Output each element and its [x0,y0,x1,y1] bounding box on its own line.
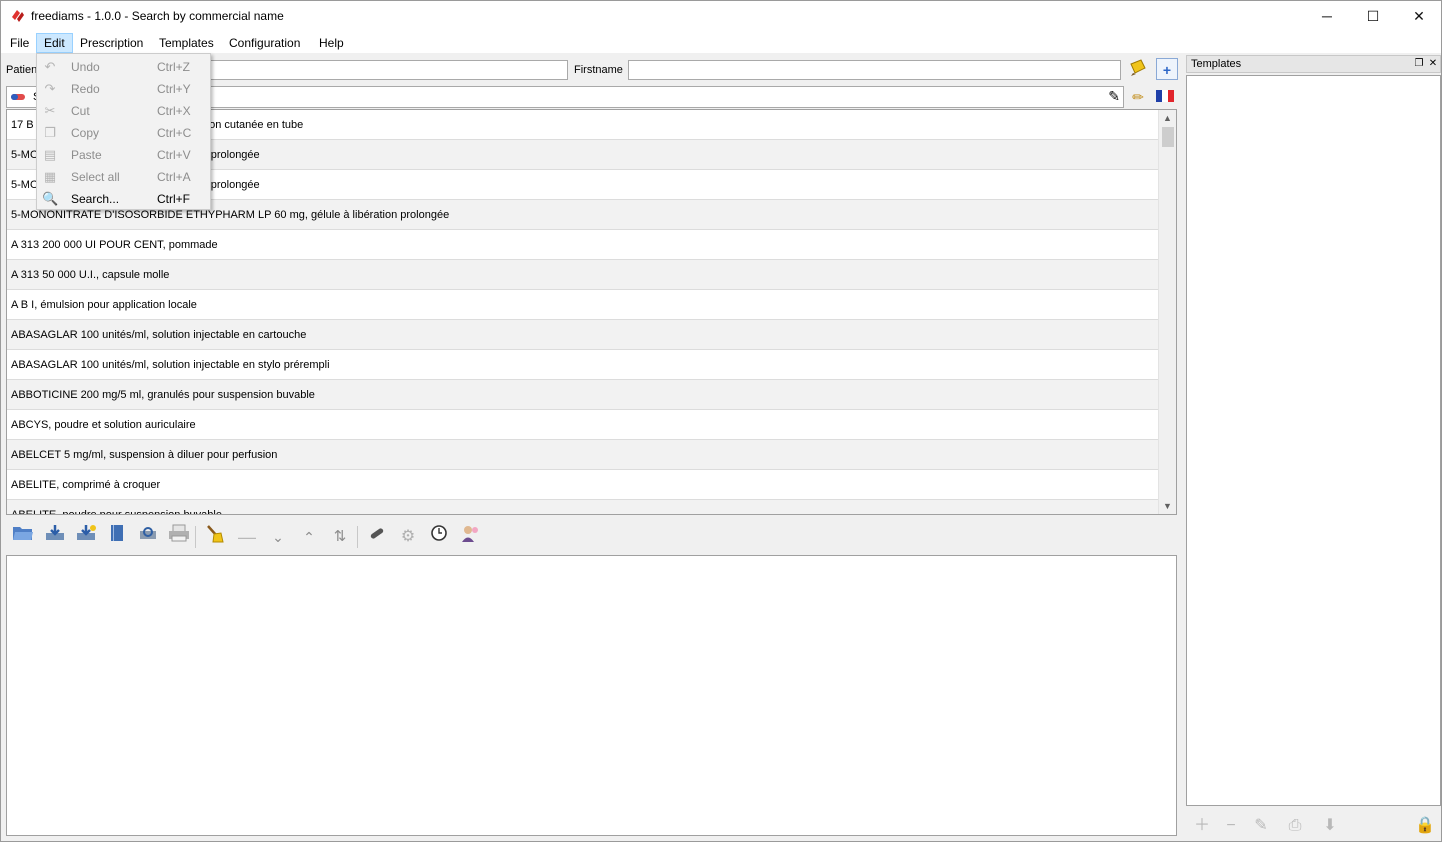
open-folder-icon[interactable] [10,524,36,550]
templates-dock-title: Templates ❐ ✕ [1186,55,1441,73]
edit-menu-redo[interactable]: ↷ Redo Ctrl+Y [37,78,210,100]
toolbar-separator [195,526,196,548]
add-template-icon[interactable]: ＋ [1191,815,1213,837]
close-dock-icon[interactable]: ✕ [1426,56,1440,72]
select-all-label: Select all [71,170,120,184]
paste-label: Paste [71,148,102,162]
patient-name-label: Patien [6,64,38,76]
list-item[interactable]: ABCYS, poudre et solution auriculaire [7,410,1158,440]
redo-shortcut: Ctrl+Y [157,82,191,96]
pill-icon [11,94,25,100]
list-item[interactable]: ABBOTICINE 200 mg/5 ml, granulés pour su… [7,380,1158,410]
scroll-down-icon[interactable]: ▼ [1159,498,1176,514]
redo-label: Redo [71,82,100,96]
french-flag-icon[interactable] [1154,86,1176,108]
firstname-label: Firstname [574,64,623,76]
save-icon[interactable] [42,524,68,550]
menu-file[interactable]: File [3,33,36,53]
edit-menu-paste[interactable]: ▤ Paste Ctrl+V [37,144,210,166]
prescription-toolbar: — ⌄ ⌃ ⇅ ⚙ [6,521,506,551]
edit-menu-undo[interactable]: ↶ Undo Ctrl+Z [37,56,210,78]
freediams-logo-icon [12,10,24,22]
add-patient-icon[interactable]: + [1156,58,1178,80]
scroll-up-icon[interactable]: ▲ [1159,110,1176,126]
edit-menu-search[interactable]: 🔍 Search... Ctrl+F [37,188,210,210]
list-item[interactable]: A 313 200 000 UI POUR CENT, pommade [7,230,1158,260]
patient-doctor-icon[interactable] [457,524,483,550]
search-icon: 🔍 [42,191,59,206]
edit-template-icon[interactable]: ✎ [1250,815,1272,837]
print-template-icon[interactable]: ⎙ [1284,815,1306,837]
clear-patient-icon[interactable] [1126,58,1148,80]
minimize-button[interactable]: ─ [1304,1,1350,31]
drug-list-scrollbar[interactable]: ▲ ▼ [1158,110,1176,514]
prescription-area[interactable] [6,555,1177,836]
app-window: freediams - 1.0.0 - Search by commercial… [0,0,1442,842]
paste-shortcut: Ctrl+V [157,148,191,162]
copy-shortcut: Ctrl+C [157,126,192,140]
undo-label: Undo [71,60,100,74]
paste-icon: ▤ [43,147,57,162]
edit-menu-cut[interactable]: ✂ Cut Ctrl+X [37,100,210,122]
copy-icon: ❐ [44,125,56,140]
search-shortcut: Ctrl+F [157,192,190,206]
clock-icon[interactable] [426,524,452,550]
cut-icon: ✂ [44,103,56,118]
cut-shortcut: Ctrl+X [157,104,191,118]
remove-template-icon[interactable]: − [1220,815,1242,837]
list-item[interactable]: A B I, émulsion pour application locale [7,290,1158,320]
undo-shortcut: Ctrl+Z [157,60,190,74]
menu-templates[interactable]: Templates [152,33,221,53]
remove-icon[interactable]: — [234,524,260,550]
list-item[interactable]: ABASAGLAR 100 unités/ml, solution inject… [7,320,1158,350]
close-button[interactable]: ✕ [1396,1,1441,31]
clear-prescription-icon[interactable] [202,524,228,550]
toolbar-separator [357,526,358,548]
sort-icon[interactable]: ⇅ [327,524,353,550]
book-icon[interactable] [104,524,130,550]
menu-configuration[interactable]: Configuration [222,33,307,53]
drug-info-icon[interactable] [364,524,390,550]
list-item[interactable]: ABELCET 5 mg/ml, suspension à diluer pou… [7,440,1158,470]
lock-icon[interactable]: 🔒 [1414,815,1436,837]
pencil-icon[interactable]: ✏ [1127,86,1149,108]
copy-label: Copy [71,126,100,140]
templates-tree[interactable] [1186,75,1441,806]
menu-prescription[interactable]: Prescription [73,33,150,53]
print-preview-icon[interactable] [135,524,161,550]
save-as-icon[interactable] [73,524,99,550]
edit-menu-select-all[interactable]: ▦ Select all Ctrl+A [37,166,210,188]
move-up-icon[interactable]: ⌃ [296,524,322,550]
templates-dock-label: Templates [1191,58,1242,70]
select-all-shortcut: Ctrl+A [157,170,191,184]
menu-help[interactable]: Help [312,33,351,53]
move-down-icon[interactable]: ⌄ [265,524,291,550]
title-bar: freediams - 1.0.0 - Search by commercial… [1,1,1441,31]
patient-name-field[interactable] [206,60,568,80]
undo-icon: ↶ [44,59,56,74]
maximize-button[interactable]: ☐ [1350,1,1396,31]
list-item[interactable]: ABELITE, comprimé à croquer [7,470,1158,500]
templates-dock: Templates ❐ ✕ ＋ − ✎ ⎙ ⬇ 🔒 [1186,55,1441,841]
menu-edit[interactable]: Edit [36,33,73,53]
redo-icon: ↷ [44,81,56,96]
float-dock-icon[interactable]: ❐ [1412,56,1426,72]
select-all-icon: ▦ [43,169,57,184]
save-template-icon[interactable]: ⬇ [1319,815,1341,837]
interaction-icon[interactable]: ⚙ [395,524,421,550]
list-item[interactable]: ABASAGLAR 100 unités/ml, solution inject… [7,350,1158,380]
search-label: Search... [71,192,120,206]
print-icon[interactable] [166,524,192,550]
cut-label: Cut [71,104,90,118]
scrollbar-thumb[interactable] [1162,127,1174,147]
window-title: freediams - 1.0.0 - Search by commercial… [31,9,284,23]
list-item[interactable]: ABELITE, poudre pour suspension buvable [7,500,1158,514]
edit-menu-copy[interactable]: ❐ Copy Ctrl+C [37,122,210,144]
menu-bar: File Edit Prescription Templates Configu… [1,31,1441,53]
edit-search-icon[interactable]: ✎ [1108,88,1120,105]
list-item[interactable]: A 313 50 000 U.I., capsule molle [7,260,1158,290]
edit-menu-dropdown: ↶ Undo Ctrl+Z ↷ Redo Ctrl+Y ✂ Cut Ctrl+X… [36,53,211,210]
firstname-field[interactable] [628,60,1121,80]
